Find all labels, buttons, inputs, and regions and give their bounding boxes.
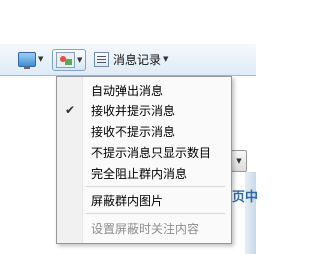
menu-item-label: 屏蔽群内图片 <box>91 193 164 208</box>
screen-share-button[interactable]: ▼ <box>18 49 43 69</box>
menu-item-label: 接收并提示消息 <box>91 103 176 118</box>
message-setting-menu: 自动弹出消息 ✔ 接收并提示消息 接收不提示消息 不提示消息只显示数目 完全阻止… <box>56 76 232 244</box>
message-history-label: 消息记录 <box>113 52 162 67</box>
menu-item-block-settings: 设置屏蔽时关注内容 <box>57 218 231 238</box>
menu-item-label: 不提示消息只显示数目 <box>91 145 212 160</box>
chevron-down-icon: ▼ <box>77 56 83 64</box>
menu-item-label: 完全阻止群内消息 <box>91 166 188 181</box>
chevron-down-icon: ▼ <box>163 55 169 63</box>
side-panel-edge <box>245 172 256 254</box>
message-history-button[interactable]: 消息记录 ▼ <box>94 49 168 69</box>
chat-toolbar: ▼ ▼ 消息记录 ▼ <box>0 44 256 112</box>
menu-item-label: 设置屏蔽时关注内容 <box>91 221 200 236</box>
check-icon: ✔ <box>65 103 76 117</box>
menu-item-auto-popup[interactable]: 自动弹出消息 <box>57 80 231 100</box>
chevron-down-icon: ▼ <box>236 157 242 165</box>
menu-item-receive-notify[interactable]: ✔ 接收并提示消息 <box>57 100 231 120</box>
image-icon <box>56 52 75 68</box>
screen-icon <box>18 51 36 69</box>
menu-item-label: 接收不提示消息 <box>91 124 176 139</box>
image-button[interactable]: ▼ <box>52 49 87 71</box>
message-icon <box>94 51 109 67</box>
menu-item-block-all[interactable]: 完全阻止群内消息 <box>57 163 231 183</box>
background-text: 页中 <box>232 190 259 205</box>
menu-item-show-count-only[interactable]: 不提示消息只显示数目 <box>57 142 231 162</box>
menu-separator <box>85 186 225 187</box>
menu-item-label: 自动弹出消息 <box>91 83 164 98</box>
menu-separator <box>85 213 225 214</box>
menu-item-block-images[interactable]: 屏蔽群内图片 <box>57 190 231 210</box>
send-options-button[interactable]: ▼ <box>231 150 247 172</box>
menu-item-receive-silent[interactable]: 接收不提示消息 <box>57 121 231 141</box>
chevron-down-icon: ▼ <box>38 55 44 63</box>
